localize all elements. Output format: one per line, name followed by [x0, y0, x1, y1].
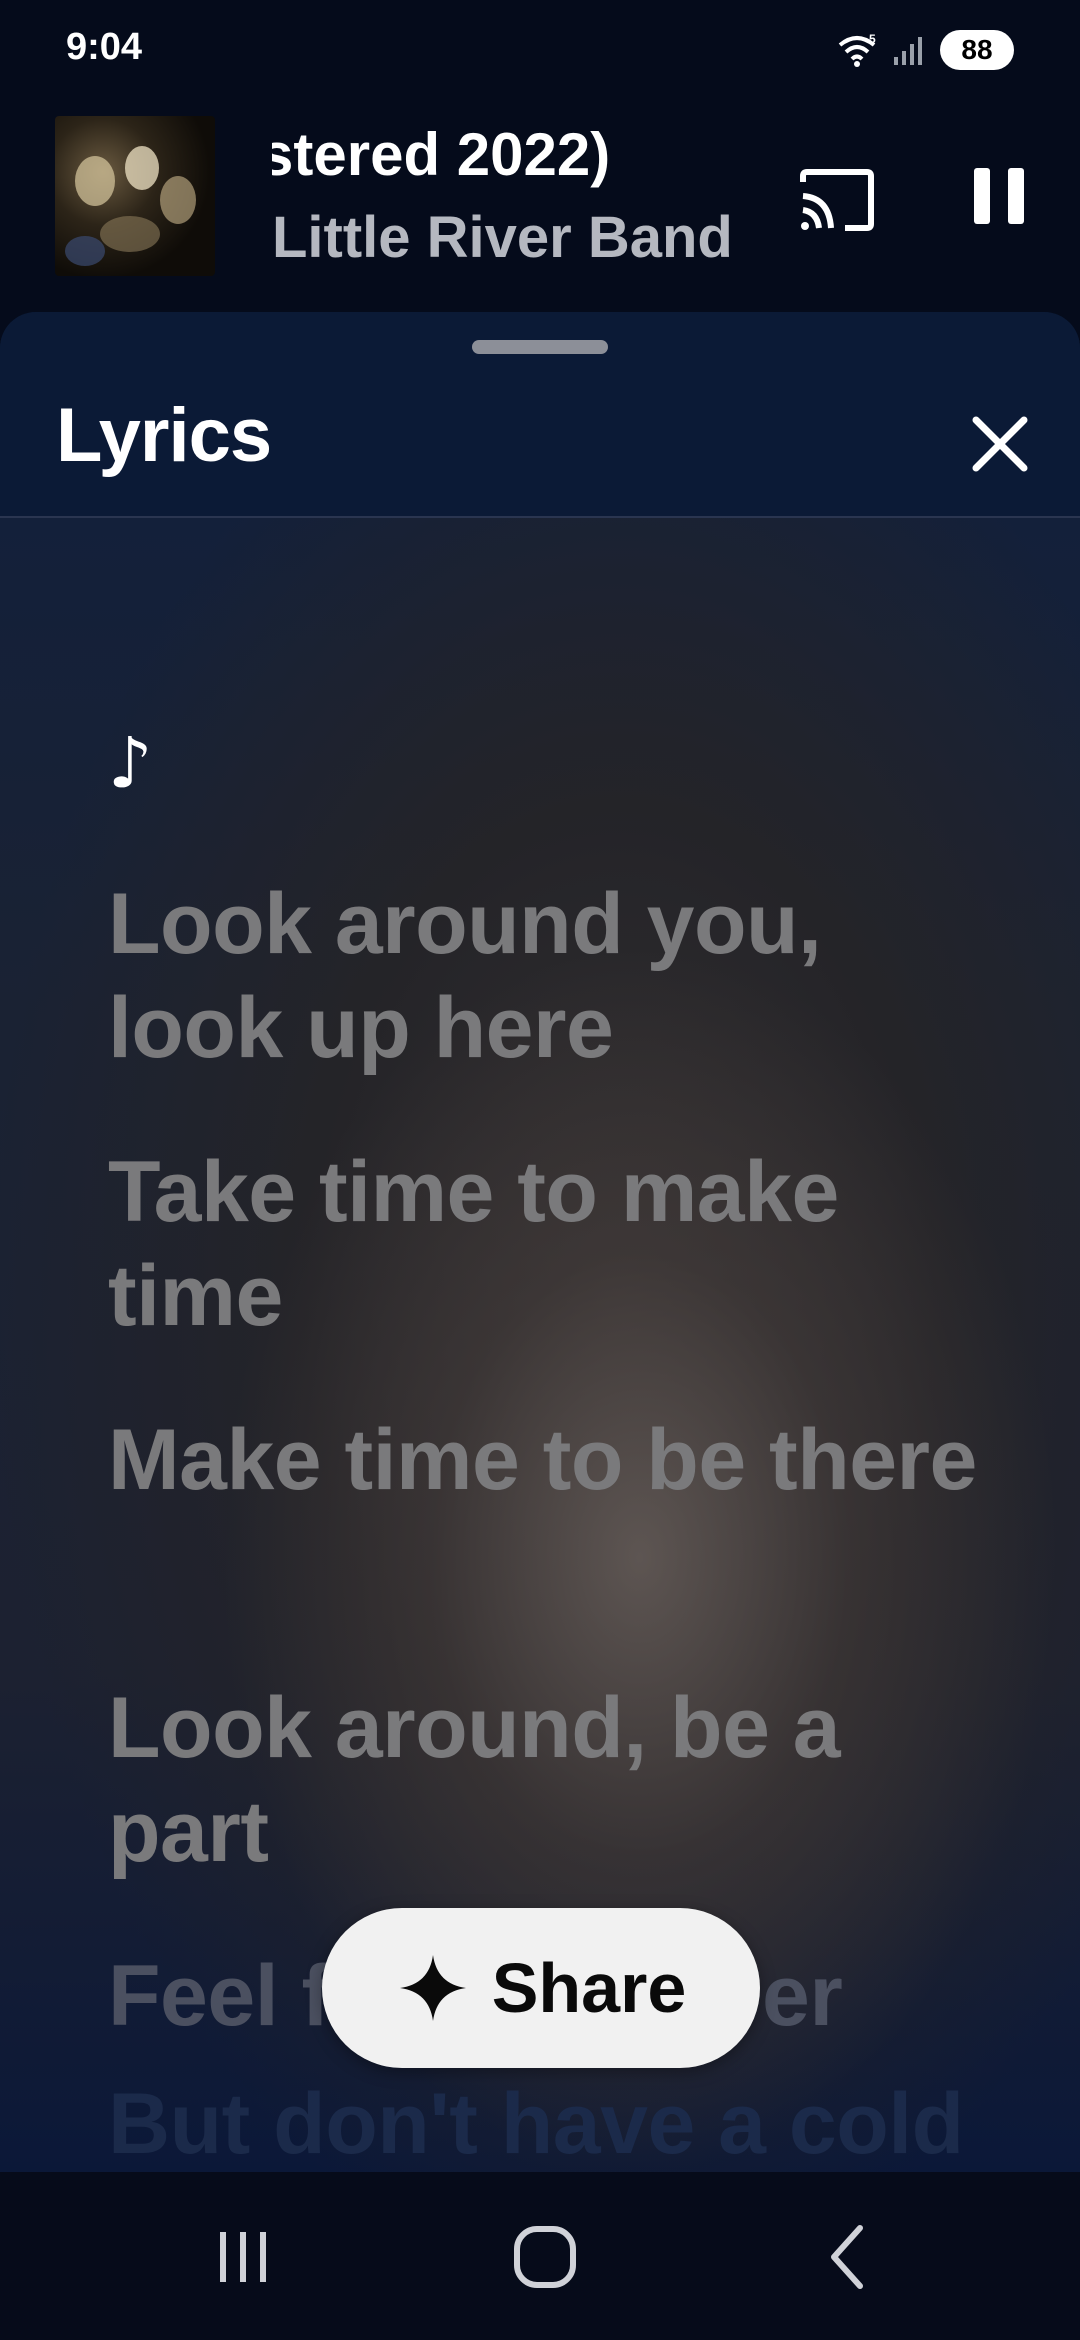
status-icons: 5 88 — [836, 30, 1014, 70]
sparkle-icon — [399, 1955, 466, 2021]
track-title[interactable]: stered 2022) — [272, 120, 752, 189]
sheet-header: Lyrics — [0, 312, 1080, 518]
signal-icon — [894, 37, 922, 65]
mini-player[interactable]: stered 2022) Little River Band — [0, 100, 1080, 310]
wifi-icon: 5 — [838, 33, 876, 67]
lyric-line[interactable]: Make time to be there — [108, 1408, 988, 1512]
lyric-line[interactable]: er — [762, 1944, 962, 2048]
track-artist[interactable]: Little River Band — [272, 204, 733, 271]
share-button[interactable]: Share — [322, 1908, 760, 2068]
lyric-line[interactable]: But don't have a cold — [108, 2072, 988, 2172]
status-time: 9:04 — [66, 26, 143, 68]
lyric-line[interactable]: Look around, be a part — [108, 1676, 988, 1884]
pause-icon[interactable] — [960, 156, 1040, 236]
home-icon[interactable] — [500, 2212, 590, 2302]
back-icon[interactable] — [804, 2212, 894, 2302]
lyrics-sheet: Lyrics ♪ Look around you, look up here T… — [0, 312, 1080, 2172]
drag-handle[interactable] — [472, 340, 608, 354]
cast-icon[interactable] — [795, 158, 879, 242]
nav-bar — [0, 2172, 1080, 2340]
status-bar: 9:04 5 88 — [0, 0, 1080, 100]
svg-text:5: 5 — [869, 33, 876, 46]
lyric-line[interactable]: Look around you, look up here — [108, 872, 988, 1080]
track-title-text: stered 2022) — [272, 121, 611, 188]
battery-icon: 88 — [940, 30, 1014, 70]
music-note: ♪ — [108, 722, 153, 804]
album-art[interactable] — [55, 116, 215, 276]
lyric-line[interactable]: Take time to make time — [108, 1140, 988, 1348]
close-icon[interactable] — [960, 404, 1040, 484]
recents-icon[interactable] — [198, 2212, 288, 2302]
sheet-title: Lyrics — [56, 393, 272, 478]
screen: 9:04 5 88 stered 2022) Little River Band… — [0, 0, 1080, 2340]
share-label: Share — [491, 1949, 687, 2027]
